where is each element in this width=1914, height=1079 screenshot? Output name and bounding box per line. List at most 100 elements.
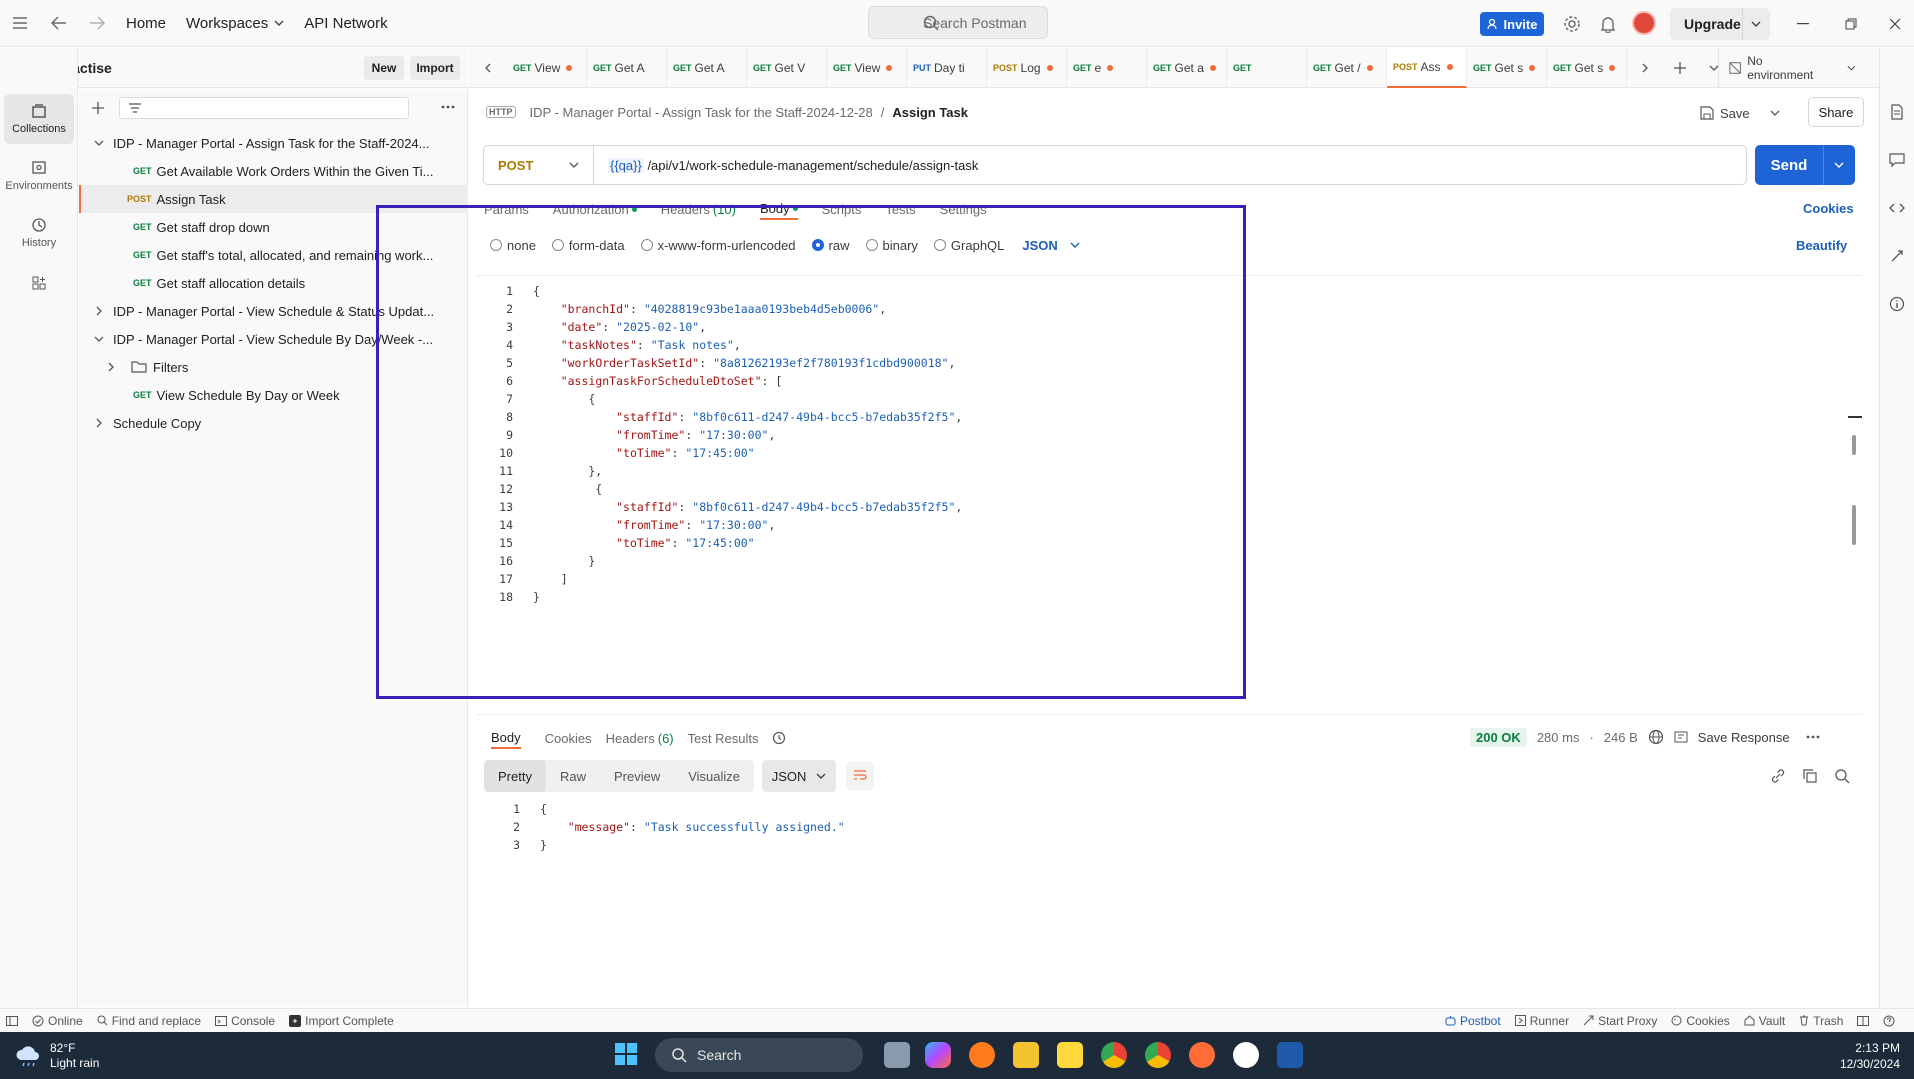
status-badge[interactable]: 200 OK: [1470, 727, 1527, 747]
sidebar-filter-input[interactable]: [119, 97, 409, 119]
postbot-button[interactable]: Postbot: [1445, 1014, 1501, 1028]
view-visualize[interactable]: Visualize: [674, 760, 754, 792]
scrollbar-thumb[interactable]: [1852, 435, 1856, 455]
folder-filters[interactable]: Filters: [79, 353, 468, 381]
search-icon[interactable]: [1834, 768, 1850, 784]
copy-icon[interactable]: [1802, 768, 1818, 784]
forward-arrow-icon[interactable]: [78, 0, 116, 47]
avatar[interactable]: [1632, 11, 1656, 35]
rail-history[interactable]: History: [4, 208, 74, 258]
radio-form-data[interactable]: form-data: [551, 238, 625, 253]
new-tab-plus-icon[interactable]: [1661, 61, 1699, 75]
online-status[interactable]: Online: [32, 1014, 83, 1028]
sidebar-item-assign-task[interactable]: POST Assign Task: [79, 185, 468, 213]
response-format-select[interactable]: JSON: [762, 760, 837, 792]
gear-icon[interactable]: [1560, 12, 1584, 36]
chevron-left-icon[interactable]: [469, 63, 507, 73]
plus-icon[interactable]: [91, 101, 105, 115]
taskbar-search[interactable]: Search: [655, 1038, 863, 1072]
code-icon[interactable]: [1885, 196, 1909, 220]
cookies-button[interactable]: Cookies: [1671, 1014, 1730, 1028]
tab-request-5[interactable]: PUT Day ti: [907, 47, 987, 88]
cookies-link[interactable]: Cookies: [1803, 201, 1854, 216]
related-collections-icon[interactable]: [1885, 244, 1909, 268]
tab-scripts[interactable]: Scripts: [822, 198, 862, 220]
view-preview[interactable]: Preview: [600, 760, 674, 792]
tab-request-11[interactable]: POST Ass: [1387, 47, 1467, 88]
find-replace-button[interactable]: Find and replace: [97, 1014, 201, 1028]
tab-tests[interactable]: Tests: [885, 198, 915, 220]
start-proxy-button[interactable]: Start Proxy: [1583, 1014, 1657, 1028]
send-button[interactable]: Send: [1755, 145, 1855, 185]
sidebar-item-get-staff-total[interactable]: GET Get staff's total, allocated, and re…: [79, 241, 468, 269]
back-arrow-icon[interactable]: [40, 0, 78, 47]
sidebar-item-get-staff-allocation[interactable]: GET Get staff allocation details: [79, 269, 468, 297]
bell-icon[interactable]: [1596, 12, 1620, 36]
response-tab-headers[interactable]: Headers (6): [606, 727, 674, 749]
import-complete-status[interactable]: Import Complete: [289, 1014, 394, 1028]
radio-graphql[interactable]: GraphQL: [933, 238, 1004, 253]
tab-request-9[interactable]: GET: [1227, 47, 1307, 88]
windows-start-icon[interactable]: [614, 1042, 638, 1066]
search-input[interactable]: Search Postman: [868, 6, 1048, 39]
tab-headers[interactable]: Headers (10): [661, 198, 736, 220]
tab-authorization[interactable]: Authorization: [553, 198, 637, 220]
taskbar-clock[interactable]: 2:13 PM 12/30/2024: [1820, 1040, 1900, 1072]
app-icon[interactable]: [1233, 1042, 1259, 1068]
response-tab-cookies[interactable]: Cookies: [545, 727, 592, 749]
rail-collections[interactable]: Collections: [4, 94, 74, 144]
folder-view-schedule-status[interactable]: IDP - Manager Portal - View Schedule & S…: [79, 297, 468, 325]
radio-raw[interactable]: raw: [811, 238, 850, 253]
tab-body[interactable]: Body: [759, 198, 798, 220]
help-icon[interactable]: [1883, 1015, 1895, 1027]
save-response-button[interactable]: Save Response: [1698, 730, 1790, 745]
firefox-icon[interactable]: [969, 1042, 995, 1068]
tab-params[interactable]: Params: [484, 198, 529, 220]
more-options-icon[interactable]: [1806, 735, 1820, 739]
upgrade-button[interactable]: Upgrade: [1670, 8, 1770, 40]
vscode-icon[interactable]: [1277, 1042, 1303, 1068]
rail-environments[interactable]: Environments: [4, 151, 74, 201]
trash-button[interactable]: Trash: [1799, 1014, 1843, 1028]
method-select[interactable]: POST: [484, 146, 594, 184]
view-pretty[interactable]: Pretty: [484, 760, 546, 792]
console-button[interactable]: Console: [215, 1014, 275, 1028]
chrome-profile-icon[interactable]: [1145, 1042, 1171, 1068]
postman-icon[interactable]: [1189, 1042, 1215, 1068]
sticky-notes-icon[interactable]: [1057, 1042, 1083, 1068]
response-size[interactable]: 246 B: [1604, 730, 1638, 745]
tab-request-2[interactable]: GET Get A: [667, 47, 747, 88]
tab-request-6[interactable]: POST Log: [987, 47, 1067, 88]
page-title[interactable]: Assign Task: [892, 105, 968, 120]
comments-icon[interactable]: [1885, 148, 1909, 172]
tab-request-13[interactable]: GET Get s: [1547, 47, 1627, 88]
vault-button[interactable]: Vault: [1744, 1014, 1785, 1028]
layout-icon[interactable]: [1857, 1015, 1870, 1026]
folder-assign-task[interactable]: IDP - Manager Portal - Assign Task for t…: [79, 129, 468, 157]
runner-button[interactable]: Runner: [1514, 1014, 1569, 1028]
tab-request-4[interactable]: GET View: [827, 47, 907, 88]
wrap-lines-icon[interactable]: [846, 762, 875, 790]
info-icon[interactable]: [1885, 292, 1909, 316]
folder-view-schedule-day-week[interactable]: IDP - Manager Portal - View Schedule By …: [79, 325, 468, 353]
scrollbar-thumb[interactable]: [1852, 505, 1856, 545]
sidebar-item-view-schedule[interactable]: GET View Schedule By Day or Week: [79, 381, 468, 409]
nav-api-network[interactable]: API Network: [294, 15, 397, 32]
radio-binary[interactable]: binary: [865, 238, 918, 253]
beautify-button[interactable]: Beautify: [1796, 238, 1847, 253]
response-tab-body[interactable]: Body: [491, 727, 521, 749]
chevron-down-icon[interactable]: [1770, 110, 1780, 116]
tab-settings[interactable]: Settings: [940, 198, 987, 220]
chevron-right-icon[interactable]: [1629, 63, 1661, 73]
documentation-icon[interactable]: [1885, 100, 1909, 124]
url-input[interactable]: {{qa}} /api/v1/work-schedule-management/…: [594, 157, 978, 173]
breadcrumb-collection[interactable]: IDP - Manager Portal - Assign Task for t…: [530, 105, 873, 120]
sidebar-item-get-staff-drop-down[interactable]: GET Get staff drop down: [79, 213, 468, 241]
new-button[interactable]: New: [364, 56, 404, 80]
menu-icon[interactable]: [0, 0, 40, 47]
response-body-viewer[interactable]: 1{2 "message": "Task successfully assign…: [484, 796, 1854, 996]
tab-request-1[interactable]: GET Get A: [587, 47, 667, 88]
share-button[interactable]: Share: [1808, 97, 1864, 127]
tab-request-10[interactable]: GET Get /: [1307, 47, 1387, 88]
save-button[interactable]: Save: [1700, 100, 1780, 126]
